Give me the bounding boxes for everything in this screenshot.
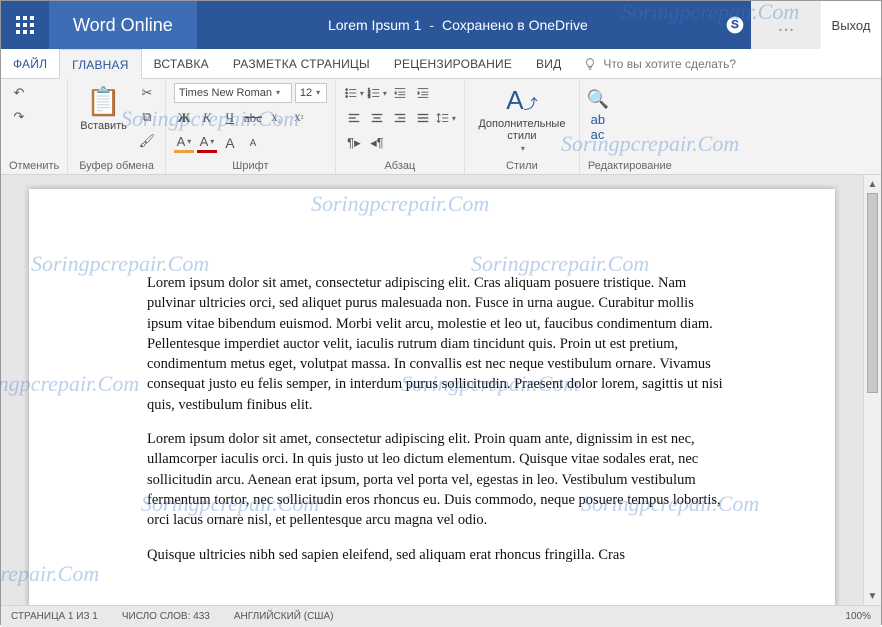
shrink-font-button[interactable]: A bbox=[243, 133, 263, 153]
align-center-button[interactable] bbox=[367, 108, 387, 128]
title-bar: Word Online Lorem Ipsum 1 - Сохранено в … bbox=[1, 1, 881, 49]
align-right-button[interactable] bbox=[390, 108, 410, 128]
paste-label: Вставить bbox=[80, 120, 127, 132]
tab-review[interactable]: РЕЦЕНЗИРОВАНИЕ bbox=[382, 49, 524, 78]
copy-button[interactable]: ⧉ bbox=[137, 107, 157, 127]
highlight-color-button[interactable]: A bbox=[174, 133, 194, 153]
document-title[interactable]: Lorem Ipsum 1 bbox=[328, 17, 421, 33]
font-size-select[interactable]: 12 bbox=[295, 83, 327, 103]
clipboard-icon: 📋 bbox=[86, 85, 121, 118]
scroll-up-arrow[interactable]: ▲ bbox=[864, 175, 881, 193]
tab-file[interactable]: ФАЙЛ bbox=[1, 49, 59, 78]
group-paragraph-label: Абзац bbox=[344, 158, 456, 172]
document-workspace: Lorem ipsum dolor sit amet, consectetur … bbox=[1, 175, 881, 605]
subscript-button[interactable]: X₂ bbox=[266, 108, 286, 128]
app-name[interactable]: Word Online bbox=[49, 1, 197, 49]
document-page[interactable]: Lorem ipsum dolor sit amet, consectetur … bbox=[29, 189, 835, 605]
lightbulb-icon bbox=[583, 57, 597, 71]
status-page[interactable]: СТРАНИЦА 1 ИЗ 1 bbox=[11, 611, 98, 622]
waffle-icon bbox=[16, 16, 34, 34]
find-button[interactable]: 🔍 bbox=[588, 89, 608, 109]
underline-button[interactable]: Ч bbox=[220, 108, 240, 128]
tab-view[interactable]: ВИД bbox=[524, 49, 573, 78]
tab-insert[interactable]: ВСТАВКА bbox=[142, 49, 221, 78]
font-color-button[interactable]: A bbox=[197, 133, 217, 153]
user-area: ... Выход bbox=[751, 1, 881, 49]
user-menu-dots: ... bbox=[778, 14, 795, 37]
numbering-button[interactable]: 123 bbox=[367, 83, 387, 103]
ribbon-tabs: ФАЙЛ ГЛАВНАЯ ВСТАВКА РАЗМЕТКА СТРАНИЦЫ Р… bbox=[1, 49, 881, 79]
ltr-button[interactable]: ¶▸ bbox=[344, 133, 364, 153]
group-undo: ↶ ↷ Отменить bbox=[1, 79, 68, 174]
group-editing: 🔍 abac Редактирование bbox=[580, 79, 680, 174]
group-paragraph: 123 ¶▸ ◂¶ Абзац bbox=[336, 79, 465, 174]
svg-text:3: 3 bbox=[368, 94, 371, 99]
title-separator: - bbox=[429, 17, 434, 33]
user-avatar[interactable]: ... bbox=[751, 1, 821, 49]
status-word-count[interactable]: ЧИСЛО СЛОВ: 433 bbox=[122, 611, 210, 622]
strikethrough-button[interactable]: abc bbox=[243, 108, 263, 128]
decrease-indent-button[interactable] bbox=[390, 83, 410, 103]
font-name-select[interactable]: Times New Roman bbox=[174, 83, 292, 103]
tell-me-placeholder: Что вы хотите сделать? bbox=[603, 57, 736, 71]
ribbon: ↶ ↷ Отменить 📋 Вставить ✂ ⧉ 🖌 Буфер обме… bbox=[1, 79, 881, 175]
replace-button[interactable]: abac bbox=[588, 117, 608, 137]
scroll-track[interactable] bbox=[864, 193, 881, 587]
status-zoom[interactable]: 100% bbox=[845, 611, 871, 622]
styles-gallery-button[interactable]: A⤴ Дополнительные стили bbox=[473, 83, 571, 155]
rtl-button[interactable]: ◂¶ bbox=[367, 133, 387, 153]
line-spacing-button[interactable] bbox=[436, 108, 456, 128]
document-scroll-area[interactable]: Lorem ipsum dolor sit amet, consectetur … bbox=[1, 175, 863, 605]
group-styles: A⤴ Дополнительные стили Стили bbox=[465, 79, 580, 174]
paragraph-1[interactable]: Lorem ipsum dolor sit amet, consectetur … bbox=[147, 273, 725, 415]
paste-button[interactable]: 📋 Вставить bbox=[76, 83, 131, 134]
bold-button[interactable]: Ж bbox=[174, 108, 194, 128]
scroll-thumb[interactable] bbox=[867, 193, 878, 393]
justify-button[interactable] bbox=[413, 108, 433, 128]
styles-label: Дополнительные стили bbox=[477, 118, 567, 142]
group-undo-label: Отменить bbox=[9, 158, 59, 172]
group-styles-label: Стили bbox=[473, 158, 571, 172]
skype-button[interactable] bbox=[719, 9, 751, 41]
status-language[interactable]: АНГЛИЙСКИЙ (США) bbox=[234, 611, 334, 622]
group-clipboard: 📋 Вставить ✂ ⧉ 🖌 Буфер обмена bbox=[68, 79, 166, 174]
italic-button[interactable]: К bbox=[197, 108, 217, 128]
cut-button[interactable]: ✂ bbox=[137, 83, 157, 103]
format-painter-button[interactable]: 🖌 bbox=[137, 131, 157, 151]
skype-icon bbox=[725, 15, 745, 35]
status-bar: СТРАНИЦА 1 ИЗ 1 ЧИСЛО СЛОВ: 433 АНГЛИЙСК… bbox=[1, 605, 881, 627]
increase-indent-button[interactable] bbox=[413, 83, 433, 103]
paragraph-2[interactable]: Lorem ipsum dolor sit amet, consectetur … bbox=[147, 429, 725, 530]
save-status: Сохранено в OneDrive bbox=[442, 17, 588, 33]
bullets-button[interactable] bbox=[344, 83, 364, 103]
scroll-down-arrow[interactable]: ▼ bbox=[864, 587, 881, 605]
align-left-button[interactable] bbox=[344, 108, 364, 128]
app-launcher-button[interactable] bbox=[1, 1, 49, 49]
group-clipboard-label: Буфер обмена bbox=[76, 158, 157, 172]
signout-button[interactable]: Выход bbox=[821, 1, 881, 49]
paragraph-3[interactable]: Quisque ultricies nibh sed sapien eleife… bbox=[147, 545, 725, 563]
tab-layout[interactable]: РАЗМЕТКА СТРАНИЦЫ bbox=[221, 49, 382, 78]
undo-button[interactable]: ↶ bbox=[9, 83, 29, 103]
tab-home[interactable]: ГЛАВНАЯ bbox=[59, 49, 141, 79]
superscript-button[interactable]: X² bbox=[289, 108, 309, 128]
grow-font-button[interactable]: A bbox=[220, 133, 240, 153]
redo-button[interactable]: ↷ bbox=[9, 107, 29, 127]
tell-me-search[interactable]: Что вы хотите сделать? bbox=[573, 49, 746, 78]
group-font: Times New Roman 12 Ж К Ч abc X₂ X² A A A… bbox=[166, 79, 336, 174]
group-font-label: Шрифт bbox=[174, 158, 327, 172]
vertical-scrollbar[interactable]: ▲ ▼ bbox=[863, 175, 881, 605]
styles-icon: A⤴ bbox=[506, 85, 537, 116]
document-title-area: Lorem Ipsum 1 - Сохранено в OneDrive bbox=[197, 17, 719, 33]
group-editing-label: Редактирование bbox=[588, 158, 672, 172]
